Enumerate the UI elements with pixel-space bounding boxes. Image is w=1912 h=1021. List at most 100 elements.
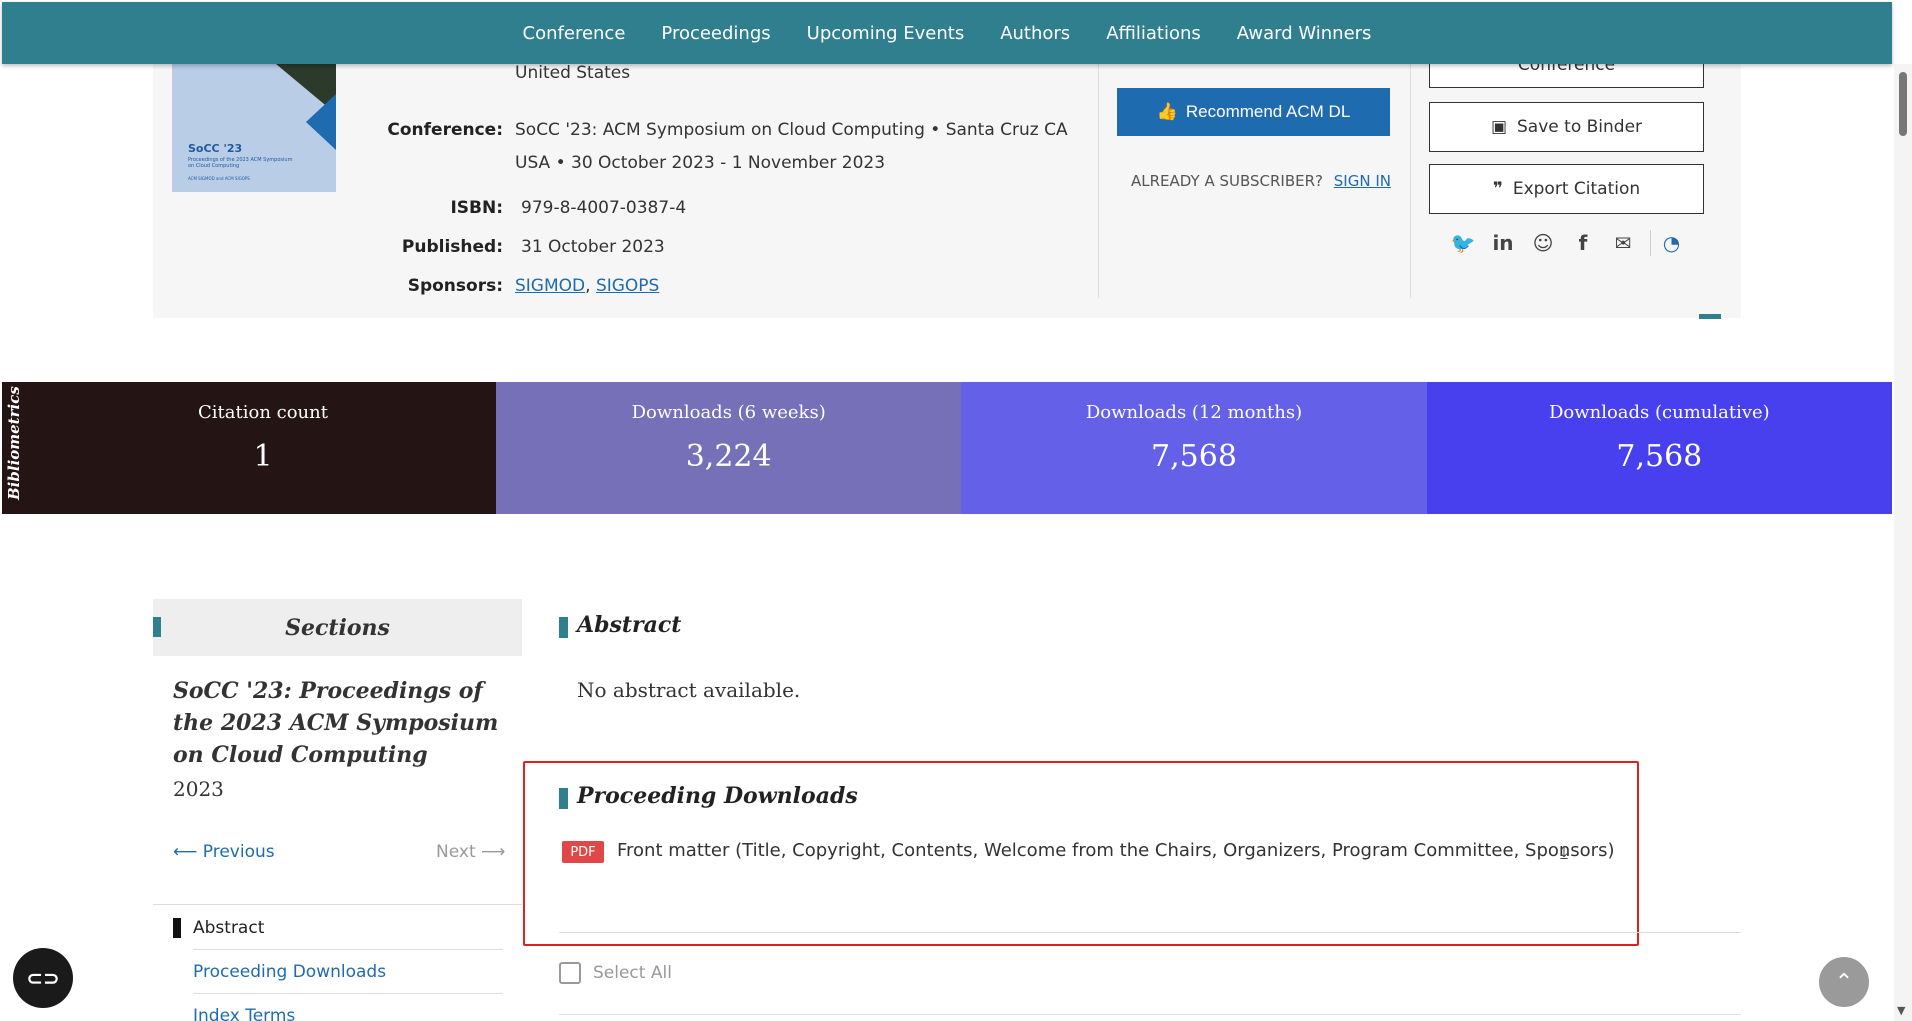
page-scrollbar[interactable]: ▼	[1894, 64, 1912, 1021]
bibliometrics-bar: Bibliometrics Citation count 1 Downloads…	[2, 382, 1892, 514]
sponsor-link-sigops[interactable]: SIGOPS	[596, 276, 659, 296]
metric-value: 7,568	[1616, 439, 1703, 474]
sidebar-item-label: Abstract	[193, 917, 265, 938]
download-icon[interactable]: ⤓	[1560, 842, 1568, 863]
scroll-down-arrow-icon[interactable]: ▼	[1897, 1004, 1905, 1017]
quote-icon: ❞	[1492, 179, 1503, 199]
sections-heading-text: Sections	[285, 614, 390, 641]
chevron-up-icon: ⌃	[1834, 969, 1854, 995]
export-citation-label: Export Citation	[1512, 179, 1641, 199]
scrollbar-thumb[interactable]	[1899, 72, 1907, 136]
reddit-icon[interactable]: ☺	[1530, 230, 1556, 256]
nav-award-winners[interactable]: Award Winners	[1237, 23, 1372, 44]
section-marker	[153, 617, 161, 637]
nav-proceedings[interactable]: Proceedings	[661, 23, 770, 44]
select-all-control[interactable]: Select All	[559, 962, 672, 984]
facebook-icon[interactable]: f	[1570, 230, 1596, 256]
metric-label: Downloads (cumulative)	[1548, 402, 1770, 423]
sidebar-item-label[interactable]: Proceeding Downloads	[193, 962, 386, 982]
abstract-text: No abstract available.	[577, 678, 801, 702]
divider	[153, 904, 522, 905]
save-binder-label: Save to Binder	[1517, 117, 1643, 137]
select-all-checkbox[interactable]	[559, 962, 581, 984]
pdf-badge: PDF	[562, 841, 604, 863]
sidebar-item-proceeding-downloads[interactable]: Proceeding Downloads	[193, 950, 503, 994]
front-matter-link[interactable]: Front matter (Title, Copyright, Contents…	[617, 840, 1614, 861]
thumbs-up-icon: 👍	[1156, 102, 1178, 121]
isbn-value: 979-8-4007-0387-4	[521, 198, 687, 218]
sponsor-separator: ,	[585, 276, 596, 296]
metric-value: 3,224	[685, 439, 772, 474]
rss-icon[interactable]: ◔	[1650, 230, 1684, 256]
cover-title: SoCC '23	[188, 142, 243, 155]
section-marker	[559, 788, 568, 809]
downloads-cumulative-cell: Downloads (cumulative) 7,568	[1426, 382, 1892, 514]
proceeding-downloads-heading: Proceeding Downloads	[577, 783, 858, 809]
nav-upcoming-events[interactable]: Upcoming Events	[807, 23, 965, 44]
conference-value-line2: USA • 30 October 2023 - 1 November 2023	[515, 153, 886, 173]
arrow-left-icon: ⟵	[173, 842, 203, 862]
proceedings-cover-image: SoCC '23 Proceedings of the 2023 ACM Sym…	[172, 64, 336, 192]
email-icon[interactable]: ✉	[1610, 230, 1636, 256]
nav-authors[interactable]: Authors	[1000, 23, 1070, 44]
metric-value: 7,568	[1151, 439, 1237, 474]
previous-label: Previous	[202, 842, 275, 862]
subscriber-text: ALREADY A SUBSCRIBER?	[1131, 172, 1323, 190]
metric-label: Downloads (12 months)	[1085, 402, 1303, 423]
published-value: 31 October 2023	[521, 237, 665, 257]
social-share-bar: 🐦 in ☺ f ✉ ◔	[1450, 230, 1684, 256]
save-to-binder-button[interactable]: ▣ Save to Binder	[1429, 102, 1704, 152]
sign-in-link[interactable]: SIGN IN	[1334, 172, 1391, 190]
cover-decoration	[306, 94, 336, 150]
cover-sponsors: ACM SIGMOD and ACM SIGOPS	[188, 176, 250, 181]
bibliometrics-side-label: Bibliometrics	[2, 382, 30, 514]
abstract-heading: Abstract	[577, 612, 682, 638]
previous-link[interactable]: ⟵ Previous	[173, 842, 275, 862]
active-marker	[173, 918, 181, 938]
subscriber-prompt: ALREADY A SUBSCRIBER? SIGN IN	[1131, 172, 1391, 190]
downloads-12-months-cell: Downloads (12 months) 7,568	[961, 382, 1427, 514]
sponsors-value: SIGMOD, SIGOPS	[515, 270, 659, 303]
proceedings-title: SoCC '23: Proceedings of the 2023 ACM Sy…	[173, 678, 499, 768]
bibliometrics-label: Bibliometrics	[5, 386, 23, 500]
cover-subtitle: Proceedings of the 2023 ACM Symposium on…	[188, 157, 293, 169]
published-label: Published:	[401, 237, 503, 257]
metric-label: Downloads (6 weeks)	[631, 402, 826, 423]
recommend-acm-dl-button[interactable]: 👍 Recommend ACM DL	[1117, 88, 1390, 136]
sponsors-label: Sponsors:	[407, 276, 503, 296]
sidebar-item-abstract[interactable]: Abstract	[173, 906, 503, 950]
downloads-6-weeks-cell: Downloads (6 weeks) 3,224	[496, 382, 962, 514]
sidebar-item-index-terms[interactable]: Index Terms	[193, 994, 503, 1021]
sidebar-item-label[interactable]: Index Terms	[193, 1006, 295, 1021]
citation-count-cell: Citation count 1	[30, 382, 496, 514]
sections-heading: Sections	[153, 599, 522, 656]
top-nav: Conference Proceedings Upcoming Events A…	[2, 2, 1892, 64]
scroll-to-top-button[interactable]: ⌃	[1819, 957, 1869, 1007]
sponsor-link-sigmod[interactable]: SIGMOD	[515, 276, 585, 296]
nav-affiliations[interactable]: Affiliations	[1106, 23, 1201, 44]
metric-label: Citation count	[198, 402, 328, 423]
metric-value: 1	[253, 439, 273, 474]
twitter-icon[interactable]: 🐦	[1450, 230, 1476, 256]
divider	[559, 932, 1741, 933]
isbn-label: ISBN:	[450, 198, 503, 218]
conference-value-line1: SoCC '23: ACM Symposium on Cloud Computi…	[515, 120, 1068, 140]
recommend-label: Recommend ACM DL	[1185, 102, 1351, 121]
conference-label: Conference:	[387, 120, 503, 140]
linkedin-icon[interactable]: in	[1490, 230, 1516, 256]
divider	[559, 1014, 1741, 1015]
divider	[1410, 64, 1411, 298]
arrow-right-icon: ⟶	[475, 842, 506, 862]
divider	[1098, 64, 1099, 298]
export-citation-button[interactable]: ❞ Export Citation	[1429, 164, 1704, 214]
cookie-icon: ⊂⊃	[26, 966, 60, 990]
next-link[interactable]: Next ⟶	[436, 842, 505, 862]
select-all-label: Select All	[593, 963, 672, 983]
nav-conference[interactable]: Conference	[523, 23, 626, 44]
cookie-settings-button[interactable]: ⊂⊃	[13, 948, 73, 1008]
header-tab-indicator	[1699, 314, 1721, 319]
next-label: Next	[436, 842, 476, 862]
proceedings-year: 2023	[173, 777, 224, 801]
binder-add-icon: ▣	[1490, 117, 1508, 137]
section-marker	[559, 617, 568, 638]
